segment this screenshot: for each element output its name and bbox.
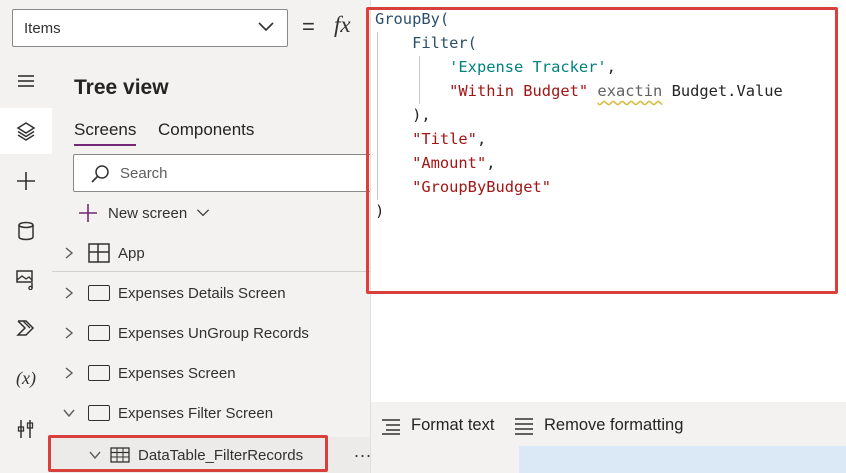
chevron-down-icon[interactable]	[62, 406, 76, 420]
data-cylinder-icon[interactable]	[0, 208, 52, 254]
chevron-right-icon[interactable]	[62, 246, 76, 260]
search-input[interactable]: Search	[73, 154, 373, 192]
formula-bar: Items = fx	[0, 0, 370, 56]
media-icon[interactable]	[0, 256, 52, 302]
variables-icon[interactable]: (x)	[0, 355, 52, 401]
tree-item-label: Expenses Screen	[118, 364, 236, 382]
equals-sign: =	[302, 14, 315, 39]
screen-icon	[88, 365, 110, 381]
power-automate-icon[interactable]	[0, 305, 52, 351]
tree-view-title: Tree view	[74, 76, 169, 99]
more-options-icon[interactable]: ...	[354, 441, 372, 462]
tree-item-expenses-filter-screen[interactable]: Expenses Filter Screen	[52, 394, 370, 432]
screen-icon	[88, 405, 110, 421]
remove-formatting-label: Remove formatting	[544, 416, 684, 434]
chevron-down-icon	[197, 209, 210, 217]
format-text-label: Format text	[411, 416, 495, 434]
chevron-right-icon[interactable]	[62, 286, 76, 300]
tree-item-label: App	[118, 244, 145, 262]
format-text-button[interactable]: Format text	[381, 416, 494, 435]
tree-item-label: Expenses Filter Screen	[118, 404, 274, 422]
tree-item-label: Expenses Details Screen	[118, 284, 286, 302]
fx-icon[interactable]: fx	[334, 12, 351, 38]
tree-item-expenses-screen[interactable]: Expenses Screen	[52, 354, 370, 392]
divider	[52, 271, 370, 272]
screen-icon	[88, 285, 110, 301]
screen-icon	[88, 325, 110, 341]
chevron-down-icon	[258, 22, 274, 32]
remove-formatting-button[interactable]: Remove formatting	[514, 416, 683, 435]
hamburger-menu-icon[interactable]	[0, 58, 52, 104]
tab-components[interactable]: Components	[158, 120, 254, 140]
canvas-preview	[519, 446, 846, 473]
property-dropdown[interactable]: Items	[12, 9, 288, 47]
highlight-box-formula	[366, 7, 838, 294]
canvas-area	[371, 446, 519, 473]
chevron-right-icon[interactable]	[62, 366, 76, 380]
search-placeholder: Search	[120, 165, 168, 182]
insert-plus-icon[interactable]	[0, 158, 52, 204]
property-dropdown-value: Items	[24, 20, 61, 37]
tools-icon[interactable]	[0, 406, 52, 452]
remove-formatting-icon	[515, 417, 533, 435]
tab-screens[interactable]: Screens	[74, 120, 136, 140]
tree-item-expenses-ungroup-records[interactable]: Expenses UnGroup Records	[52, 314, 370, 352]
app-icon	[88, 243, 110, 263]
left-rail: (x)	[0, 56, 52, 473]
new-screen-button[interactable]: New screen	[78, 202, 211, 224]
plus-icon	[79, 204, 97, 222]
active-tab-indicator	[74, 144, 136, 146]
search-icon	[91, 165, 109, 183]
highlight-box-datatable	[48, 435, 328, 472]
format-text-icon	[382, 418, 400, 435]
new-screen-label: New screen	[108, 204, 188, 222]
tree-item-label: Expenses UnGroup Records	[118, 324, 309, 342]
tree-item-app[interactable]: App	[52, 234, 370, 272]
tree-view-panel: Tree view Screens Components Search New …	[52, 56, 373, 473]
tree-view-layers-icon[interactable]	[0, 108, 52, 154]
chevron-right-icon[interactable]	[62, 326, 76, 340]
tree-item-expenses-details-screen[interactable]: Expenses Details Screen	[52, 274, 370, 312]
format-toolbar: Format text Remove formatting	[371, 402, 846, 446]
